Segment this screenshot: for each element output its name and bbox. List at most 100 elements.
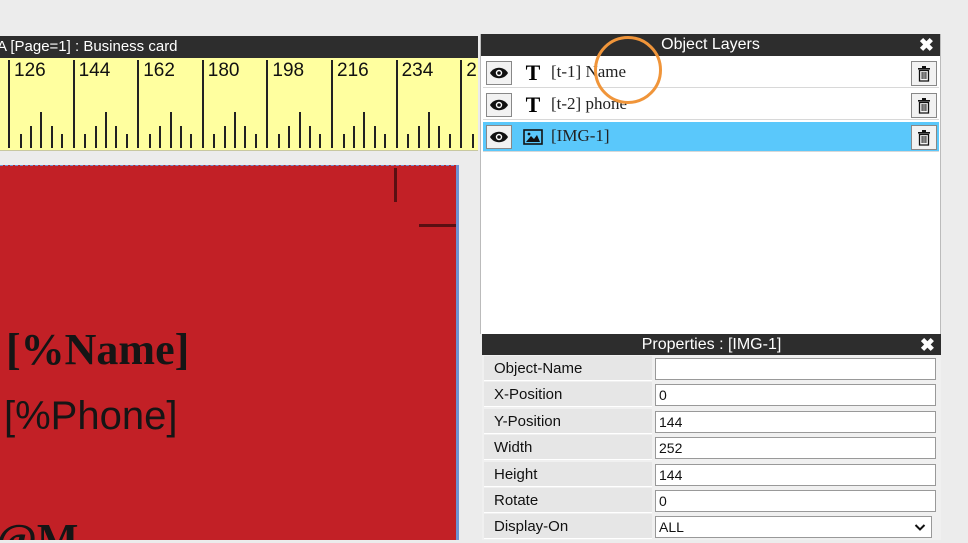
trash-icon[interactable] xyxy=(911,93,937,118)
layer-label[interactable]: [t-2] phone xyxy=(551,94,627,114)
ruler-minor-tick xyxy=(407,134,410,148)
eye-icon[interactable] xyxy=(486,61,512,85)
property-label: Rotate xyxy=(484,488,652,513)
ruler-label: 144 xyxy=(78,60,111,81)
ruler-minor-tick xyxy=(254,134,257,148)
ruler-minor-tick xyxy=(319,134,322,148)
property-row: Display-On ALL xyxy=(482,514,941,540)
ruler-minor-tick xyxy=(438,126,441,148)
trash-icon[interactable] xyxy=(911,61,937,86)
ruler-minor-tick xyxy=(288,126,291,148)
ruler-major-tick xyxy=(395,60,398,148)
properties-title: Properties : [IMG-1] xyxy=(641,336,782,353)
ruler-major-tick xyxy=(201,60,204,148)
ruler-major-tick xyxy=(460,60,463,148)
property-input[interactable] xyxy=(655,358,936,380)
ruler-major-tick xyxy=(8,60,10,148)
crop-mark-vertical xyxy=(394,168,397,202)
business-card-canvas[interactable]: [%Name] [%Phone] @M xyxy=(0,165,459,540)
ruler-minor-tick xyxy=(363,112,366,148)
ruler-minor-tick xyxy=(448,134,451,148)
text-icon: T xyxy=(525,60,541,85)
ruler-minor-tick xyxy=(169,112,172,148)
ruler-minor-tick xyxy=(29,126,32,148)
display-on-value: ALL xyxy=(659,519,684,536)
ruler-label: 234 xyxy=(401,60,434,81)
ruler-minor-tick xyxy=(40,112,43,148)
ruler-minor-tick xyxy=(148,134,151,148)
eye-icon[interactable] xyxy=(486,93,512,117)
ruler-label: 162 xyxy=(143,60,175,81)
ruler-minor-tick xyxy=(342,134,345,148)
property-input[interactable] xyxy=(655,463,936,486)
canvas-area: [%Name] [%Phone] @M xyxy=(0,151,478,540)
ruler-minor-tick xyxy=(417,126,420,148)
trash-icon[interactable] xyxy=(911,125,937,150)
property-row: X-Position xyxy=(482,382,941,408)
ruler-major-tick xyxy=(331,60,333,148)
ruler-minor-tick xyxy=(234,112,237,148)
close-icon[interactable]: ✖ xyxy=(919,34,934,56)
ruler-label: 126 xyxy=(14,60,46,81)
ruler-minor-tick xyxy=(244,126,247,148)
ruler-minor-tick xyxy=(298,112,301,148)
property-input[interactable] xyxy=(655,384,936,407)
layer-row[interactable]: T [t-2] phone xyxy=(483,90,939,120)
crop-mark-horizontal xyxy=(419,224,456,227)
property-input[interactable] xyxy=(655,490,936,512)
property-label: Y-Position xyxy=(484,408,652,434)
property-input[interactable] xyxy=(655,437,936,460)
properties-header: Properties : [IMG-1] ✖ xyxy=(482,334,941,355)
property-row: Width xyxy=(482,435,941,461)
property-label: Display-On xyxy=(484,514,652,540)
ruler-minor-tick xyxy=(213,134,216,148)
ruler-minor-tick xyxy=(427,112,430,148)
layer-label[interactable]: [IMG-1] xyxy=(551,126,610,146)
layer-label[interactable]: [t-1] Name xyxy=(551,62,626,82)
ruler-major-tick xyxy=(72,60,75,148)
object-layers-header: Object Layers ✖ xyxy=(481,34,940,56)
close-icon[interactable]: ✖ xyxy=(920,334,935,356)
design-window: A [Page=1] : Business card 126 144 162 180 1… xyxy=(0,36,478,540)
ruler-major-tick xyxy=(137,60,140,148)
ruler-minor-tick xyxy=(373,126,376,148)
ruler-minor-tick xyxy=(104,112,107,148)
ruler-minor-tick xyxy=(190,134,193,148)
image-icon xyxy=(521,124,545,150)
display-on-select[interactable]: ALL xyxy=(655,516,932,539)
ruler-minor-tick xyxy=(94,126,97,148)
property-label: Width xyxy=(484,435,652,461)
properties-panel: Properties : [IMG-1] ✖ Object-Name X-Posi… xyxy=(482,334,941,540)
layer-row[interactable]: [IMG-1] xyxy=(483,122,939,152)
horizontal-ruler: 126 144 162 180 198 216 234 2 xyxy=(0,58,478,151)
property-input[interactable] xyxy=(655,410,936,433)
ruler-label: 2 xyxy=(466,60,477,81)
ruler-label: 198 xyxy=(272,60,305,81)
object-layers-panel: Object Layers ✖ T [t-1] Name T [t-2] phone [… xyxy=(480,34,941,334)
ruler-minor-tick xyxy=(159,126,162,148)
eye-icon[interactable] xyxy=(486,125,512,149)
ruler-minor-tick xyxy=(125,134,128,148)
card-phone-placeholder[interactable]: [%Phone] xyxy=(4,394,177,439)
property-row: Y-Position xyxy=(482,408,941,435)
ruler-minor-tick xyxy=(115,126,118,148)
ruler-minor-tick xyxy=(179,126,182,148)
ruler-label: 216 xyxy=(337,60,369,81)
ruler-minor-tick xyxy=(278,134,281,148)
chevron-down-icon xyxy=(914,517,926,543)
ruler-minor-tick xyxy=(223,126,226,148)
object-layers-title: Object Layers xyxy=(661,36,760,53)
ruler-label: 180 xyxy=(207,60,240,81)
ruler-minor-tick xyxy=(60,134,63,148)
ruler-minor-tick xyxy=(471,134,474,148)
property-row: Object-Name xyxy=(482,356,941,382)
property-row: Rotate xyxy=(482,488,941,514)
ruler-major-tick xyxy=(266,60,269,148)
card-logo-text[interactable]: @M xyxy=(0,514,78,540)
property-label: Height xyxy=(484,461,652,487)
ruler-minor-tick xyxy=(50,126,53,148)
layer-row[interactable]: T [t-1] Name xyxy=(483,58,939,88)
ruler-minor-tick xyxy=(383,134,386,148)
card-name-placeholder[interactable]: [%Name] xyxy=(6,324,189,375)
ruler-minor-tick xyxy=(19,134,22,148)
